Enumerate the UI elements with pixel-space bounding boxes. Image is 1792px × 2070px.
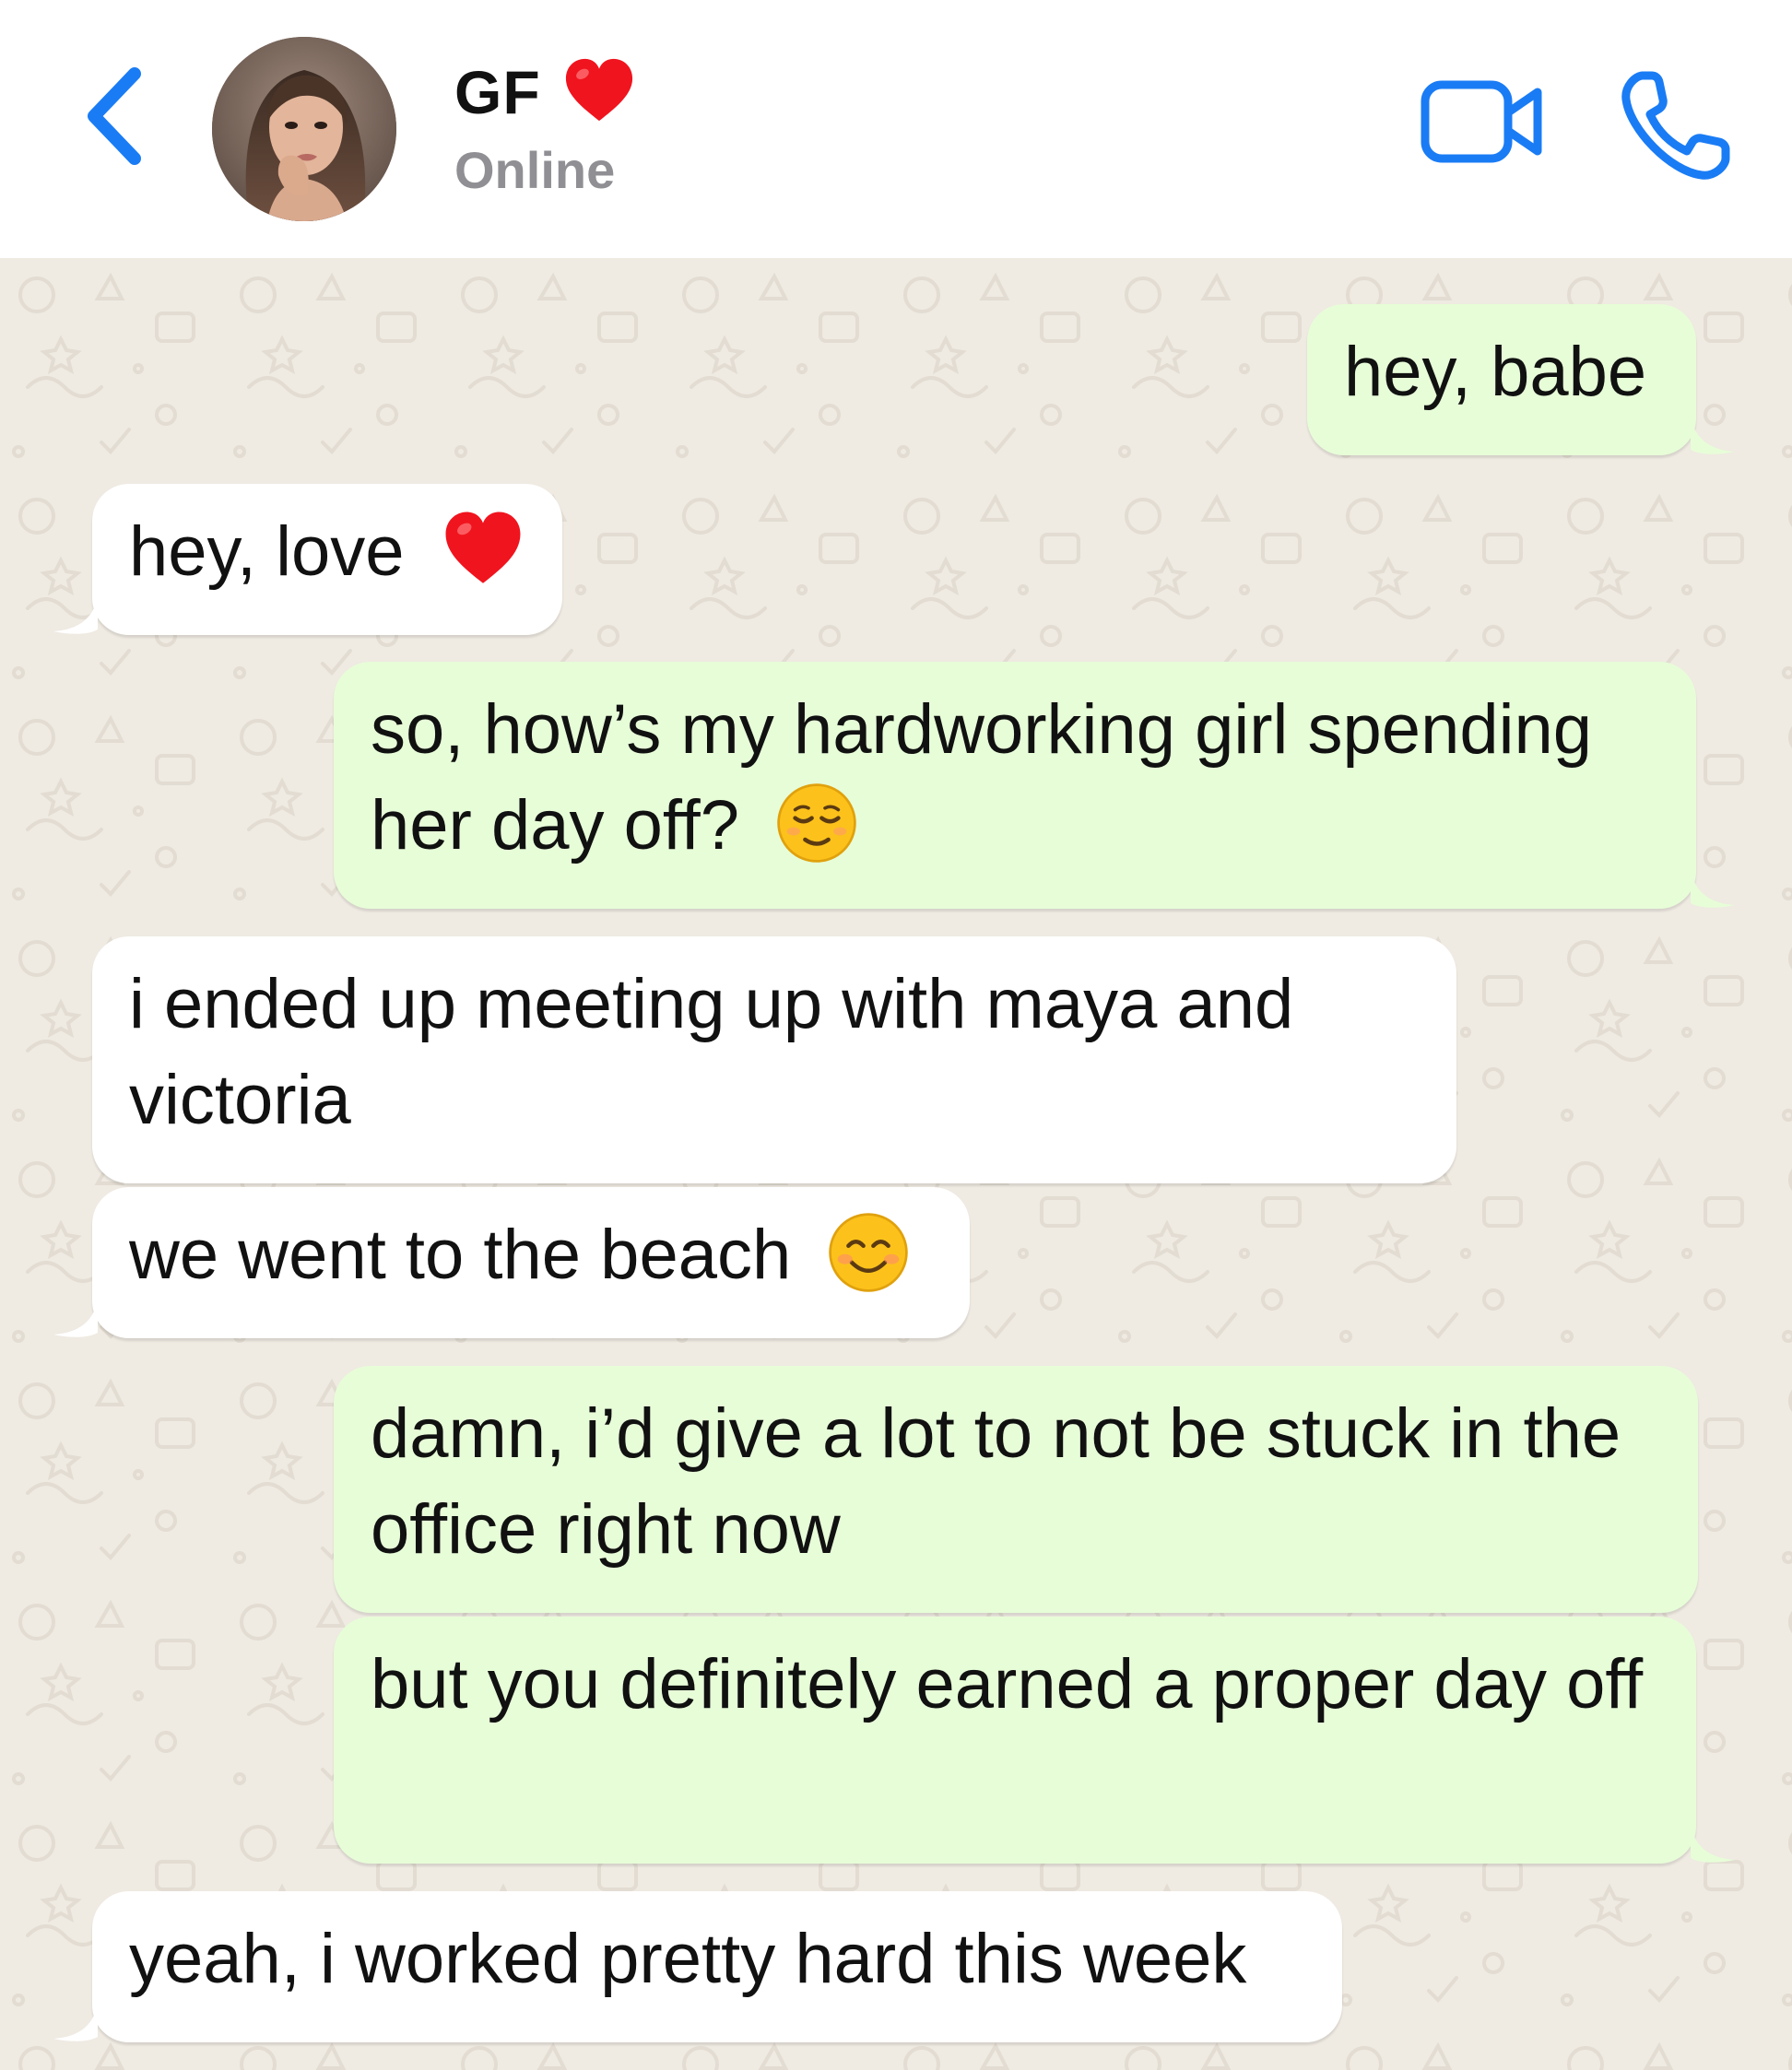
chevron-left-icon [88, 67, 141, 165]
smiling-face-emoji [829, 1213, 909, 1292]
message-text: damn, i’d give a lot to not be stuck in … [371, 1394, 1621, 1569]
bubble-tail [53, 2005, 98, 2041]
chat-header: GF Online [0, 0, 1792, 258]
bubble-tail [1691, 418, 1735, 454]
heart-emoji [445, 512, 521, 583]
phone-icon [1621, 71, 1730, 180]
message-bubble-outgoing[interactable]: so, how’s my hardworking girl spending h… [334, 662, 1735, 909]
avatar-photo [212, 37, 396, 221]
relieved-face-emoji [777, 783, 856, 863]
contact-info[interactable]: GF Online [454, 48, 637, 200]
message-text: i ended up meeting up with maya and vict… [129, 965, 1294, 1139]
heart-emoji [565, 58, 632, 122]
video-call-button[interactable] [1420, 76, 1549, 168]
message-text: but you definitely earned a proper day o… [371, 1645, 1644, 1723]
contact-status: Online [454, 141, 616, 199]
message-bubble-incoming[interactable]: we went to the beach [53, 1187, 970, 1338]
message-bubble-outgoing[interactable]: but you definitely earned a proper day o… [334, 1617, 1735, 1864]
message-text: hey, love [129, 512, 405, 591]
bubble-tail [53, 1301, 98, 1337]
message-text: so, how’s my hardworking girl spending h… [371, 690, 1593, 864]
bubble-tail [53, 598, 98, 634]
bubble-tail [1691, 872, 1735, 908]
message-bubble-outgoing[interactable]: hey, babe [1307, 304, 1735, 455]
chat-area[interactable]: hey, babe hey, love so, how’s my hardwor… [0, 258, 1792, 2070]
contact-name: GF [454, 58, 541, 126]
message-bubble-incoming[interactable]: hey, love [53, 484, 562, 635]
message-text: yeah, i worked pretty hard this week [129, 1920, 1247, 1998]
voice-call-button[interactable] [1615, 65, 1737, 186]
avatar[interactable] [212, 37, 396, 221]
back-button[interactable] [81, 61, 155, 171]
message-bubble-incoming[interactable]: yeah, i worked pretty hard this week [53, 1891, 1342, 2042]
message-bubble-outgoing[interactable]: damn, i’d give a lot to not be stuck in … [334, 1366, 1698, 1613]
video-camera-icon [1421, 80, 1542, 163]
message-text: we went to the beach [129, 1216, 792, 1294]
message-bubble-incoming[interactable]: i ended up meeting up with maya and vict… [92, 936, 1456, 1183]
message-text: hey, babe [1344, 333, 1647, 411]
contact-name-row: GF [454, 48, 637, 136]
bubble-tail [1691, 1827, 1735, 1863]
